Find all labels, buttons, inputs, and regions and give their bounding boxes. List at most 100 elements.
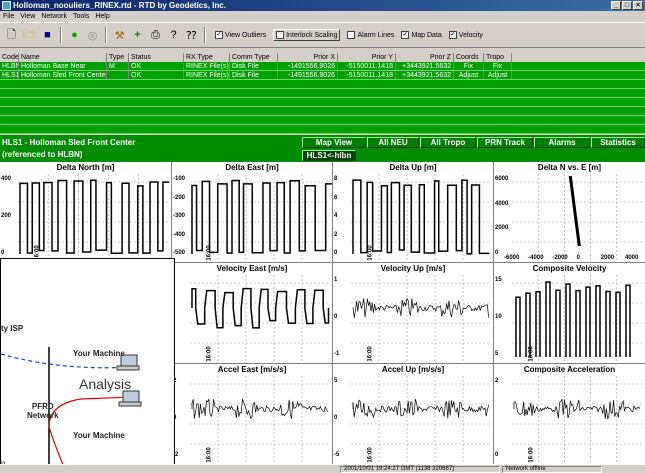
- data-trace: [191, 179, 332, 254]
- window-controls: _ □ ×: [611, 1, 643, 10]
- table-row[interactable]: HLBN Holloman Base Near M OK RINEX File(…: [0, 62, 645, 71]
- tool-icon[interactable]: ⚒: [112, 28, 127, 43]
- plot-panel[interactable]: Velocity East [m/s] 16:00: [172, 263, 332, 363]
- view-outliers-checkbox[interactable]: ✓ View Outliers: [215, 31, 266, 39]
- prn-track-button[interactable]: PRN Track: [477, 137, 533, 148]
- empty-row: [0, 89, 645, 98]
- tick-label: 400: [1, 176, 12, 182]
- computer-icon: [118, 390, 142, 407]
- column-header[interactable]: Prior Z: [396, 53, 454, 62]
- station-reference: (referenced to HLBN): [2, 150, 83, 159]
- empty-row: [0, 125, 645, 134]
- menu-tools[interactable]: Tools: [73, 11, 89, 22]
- map-data-checkbox[interactable]: ✓ Map Data: [401, 31, 442, 39]
- menu-file[interactable]: File: [3, 11, 14, 22]
- plot-title: Delta N vs. E [m]: [537, 163, 602, 172]
- toolbar-separator: [60, 27, 62, 43]
- tick-label: 0: [334, 250, 338, 256]
- close-button[interactable]: ×: [633, 1, 643, 10]
- plot-title: Delta Up [m]: [389, 163, 437, 172]
- plot-panel[interactable]: Composite Velocity 15 10 5 16:00: [494, 263, 645, 363]
- velocity-checkbox[interactable]: ✓ Velocity: [448, 31, 483, 39]
- all-tropo-button[interactable]: All Tropo: [420, 137, 476, 148]
- context-help-icon[interactable]: ⁇: [184, 28, 199, 43]
- disconnect-icon[interactable]: ◎: [85, 28, 100, 43]
- add-station-icon[interactable]: +: [130, 28, 145, 43]
- statistics-button[interactable]: Statistics: [591, 137, 645, 148]
- cell: [107, 71, 129, 79]
- column-header[interactable]: Tropo: [484, 53, 512, 62]
- tick-label: -100: [173, 176, 186, 182]
- cell: Holloman Sled Front Center: [21, 71, 107, 79]
- open-folder-icon[interactable]: 🗁: [22, 28, 37, 43]
- column-header[interactable]: Code: [0, 53, 19, 62]
- plot-panel[interactable]: Delta East [m] -100 -200 -300 -400 -500 16:00: [172, 162, 332, 262]
- plot-title: Composite Acceleration: [523, 365, 616, 374]
- plot-panel[interactable]: Delta North [m] 400 200 0 16:00: [0, 162, 171, 262]
- new-file-icon[interactable]: 🗋: [4, 28, 19, 43]
- time-tick-label: 16:00: [206, 346, 213, 362]
- menu-help[interactable]: Help: [95, 11, 109, 22]
- tick-label: 200: [1, 213, 12, 219]
- baseline-tab[interactable]: HLS1<-hlbn: [302, 150, 356, 161]
- cell: OK: [129, 71, 184, 79]
- plot-panel[interactable]: Delta N vs. E [m] 6000 4000 2000 0 -6000 -4000…: [494, 162, 645, 262]
- tick-label: 0: [334, 314, 338, 320]
- plot-canvas: [190, 174, 332, 260]
- tick-label: 4000: [625, 255, 639, 261]
- column-header[interactable]: Coords: [454, 53, 484, 62]
- plot-panel[interactable]: Delta Up [m] 8 6 4 2 0 16:00: [333, 162, 493, 262]
- plot-panel[interactable]: Composite Acceleration 2 0 16:00: [494, 364, 645, 464]
- plot-panel[interactable]: Velocity Up [m/s] 1 0 -1 16:00: [333, 263, 493, 363]
- cell: M: [107, 62, 129, 70]
- all-neu-button[interactable]: All NEU: [367, 137, 419, 148]
- data-trace: [19, 179, 170, 254]
- maximize-button[interactable]: □: [622, 1, 632, 10]
- cell: Fix: [484, 62, 512, 70]
- column-header[interactable]: Name: [19, 53, 107, 62]
- cell: Disk File: [230, 62, 278, 70]
- menu-network[interactable]: Network: [41, 11, 67, 22]
- column-header[interactable]: Type: [107, 53, 129, 62]
- time-tick-label: 16:00: [367, 346, 374, 362]
- save-icon[interactable]: ■: [40, 28, 55, 43]
- table-header: Code Name Type Status RX Type Comm Type …: [0, 53, 645, 62]
- column-header[interactable]: Prior X: [278, 53, 338, 62]
- plot-title: Delta East [m]: [225, 163, 279, 172]
- map-view-button[interactable]: Map View: [302, 137, 366, 148]
- network-label: PFRD Network: [27, 402, 59, 420]
- tick-label: -2000: [552, 255, 568, 261]
- empty-row: [0, 116, 645, 125]
- alarms-button[interactable]: Alarms: [534, 137, 590, 148]
- help-icon[interactable]: ?: [166, 28, 181, 43]
- status-bar: 2001/10/01 19:24:27 GMT (1138 320667) Ne…: [0, 464, 645, 473]
- minimize-button[interactable]: _: [611, 1, 621, 10]
- column-header[interactable]: RX Type: [184, 53, 230, 62]
- tick-label: 5: [334, 378, 338, 384]
- station-table: Code Name Type Status RX Type Comm Type …: [0, 53, 645, 134]
- data-trace: [352, 179, 490, 255]
- connect-icon[interactable]: ●: [67, 28, 82, 43]
- alarm-lines-checkbox[interactable]: Alarm Lines: [347, 31, 394, 39]
- plot-panel[interactable]: Accel East [m/s/s]20-216:00: [172, 364, 332, 464]
- column-header[interactable]: Status: [129, 53, 184, 62]
- window-title: Holloman_noouliers_RINEX.rtd - RTD by Ge…: [13, 1, 226, 10]
- column-header[interactable]: Prior Y: [338, 53, 396, 62]
- column-header[interactable]: Comm Type: [230, 53, 278, 62]
- tick-label: 0: [334, 415, 338, 421]
- tick-label: 0: [495, 452, 499, 458]
- network-diagram-inset: ty ISP Your Machine Analysis PFRD Networ…: [0, 258, 175, 473]
- title-bar: Holloman_noouliers_RINEX.rtd - RTD by Ge…: [0, 0, 645, 11]
- print-icon[interactable]: ⎙: [148, 28, 163, 43]
- data-trace: [191, 287, 330, 329]
- network-diagram: [1, 347, 142, 472]
- data-trace: [191, 398, 328, 420]
- plot-canvas: [512, 275, 643, 361]
- table-row[interactable]: HLS1 Holloman Sled Front Center OK RINEX…: [0, 71, 645, 80]
- tick-label: 6: [334, 194, 338, 201]
- menu-view[interactable]: View: [20, 11, 35, 22]
- isp-label: ty ISP: [1, 324, 24, 333]
- plot-panel[interactable]: Accel Up [m/s/s] 5 0 -5 16:00: [333, 364, 493, 464]
- interlock-scaling-checkbox[interactable]: Interlock Scaling: [273, 29, 341, 41]
- plot-canvas: [351, 376, 491, 462]
